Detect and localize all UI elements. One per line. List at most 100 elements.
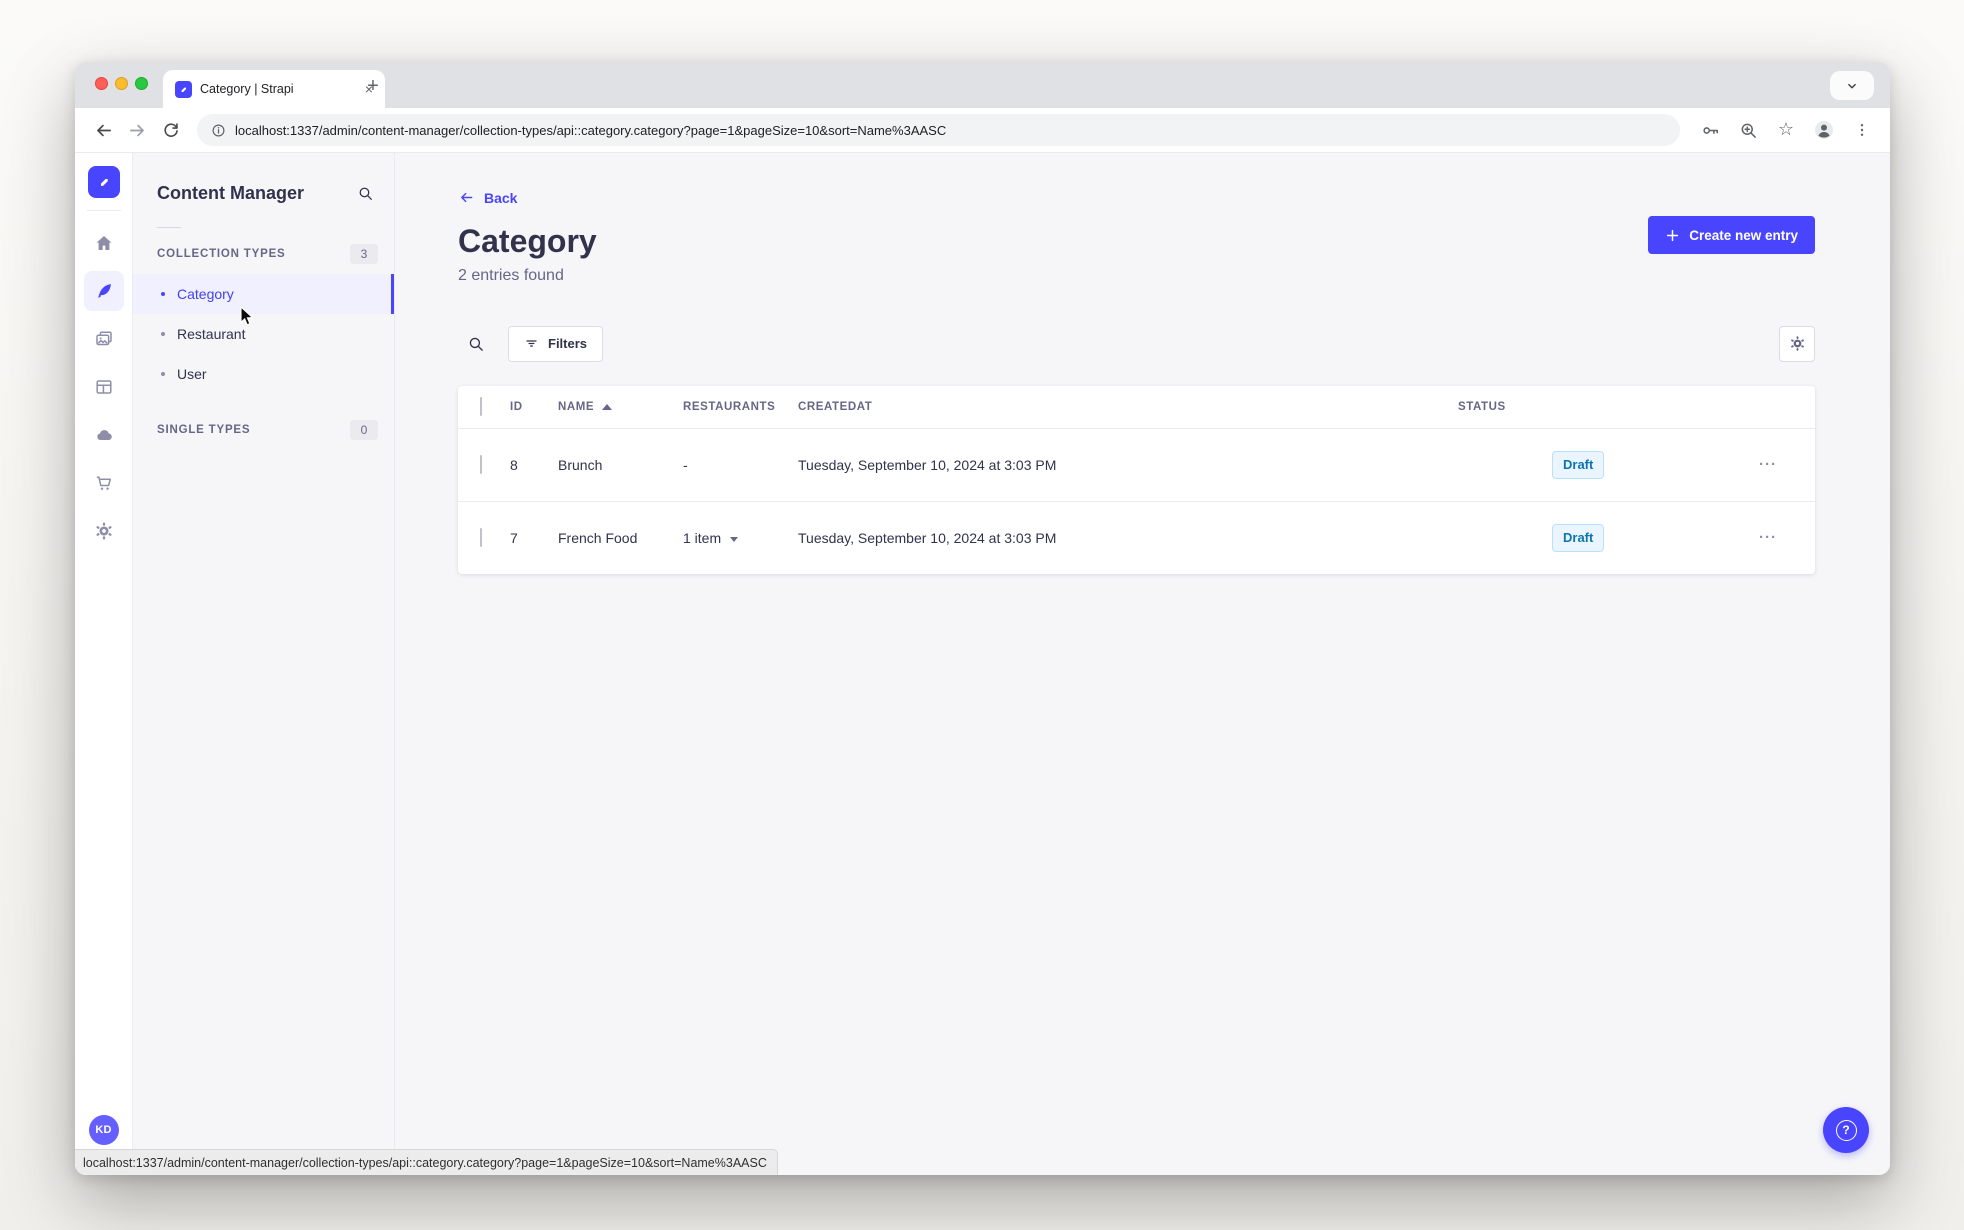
address-bar[interactable]: localhost:1337/admin/content-manager/col… — [197, 114, 1680, 146]
sidebar-item-settings[interactable] — [84, 511, 124, 551]
media-library-icon — [95, 331, 112, 346]
bullet-icon — [161, 372, 165, 376]
search-icon — [469, 337, 483, 351]
content-manager-subnav: Content Manager COLLECTION TYPES 3 Categ… — [133, 153, 395, 1175]
column-header-restaurants[interactable]: RESTAURANTS — [683, 401, 798, 413]
column-header-name[interactable]: NAME — [558, 401, 683, 413]
nav-rail: KD — [75, 153, 133, 1175]
help-question-icon: ? — [1835, 1119, 1857, 1141]
sidebar-item-marketplace[interactable] — [84, 463, 124, 503]
tab-title: Category | Strapi — [200, 82, 294, 96]
subnav-divider — [157, 227, 181, 228]
single-types-label: SINGLE TYPES — [157, 424, 251, 436]
cell-id: 7 — [510, 529, 518, 546]
search-icon — [359, 187, 372, 200]
collection-types-label: COLLECTION TYPES — [157, 248, 286, 260]
bullet-icon — [161, 292, 165, 296]
entries-table: ID NAME RESTAURANTS CREATEDAT STATUS 8 B… — [458, 385, 1815, 574]
restaurants-caret-icon — [730, 536, 739, 542]
subnav-title: Content Manager — [157, 182, 305, 203]
subnav-item-category[interactable]: Category — [133, 274, 394, 314]
back-arrow-icon — [461, 192, 473, 203]
subnav-item-label: User — [177, 366, 207, 382]
row-checkbox[interactable] — [480, 454, 482, 474]
cell-restaurants[interactable]: 1 item — [683, 530, 798, 546]
subnav-item-restaurant[interactable]: Restaurant — [133, 314, 394, 354]
cell-name: French Food — [558, 529, 638, 546]
subnav-item-user[interactable]: User — [133, 354, 394, 394]
subnav-item-label: Restaurant — [177, 326, 246, 342]
content-type-builder-icon — [95, 380, 112, 394]
sidebar-item-content-type-builder[interactable] — [84, 367, 124, 407]
bookmark-star-icon[interactable]: ☆ — [1770, 114, 1802, 146]
main-content: Back Category 2 entries found Create new… — [395, 153, 1890, 1175]
star-glyph: ☆ — [1777, 119, 1795, 140]
cell-restaurants: - — [683, 456, 688, 473]
strapi-favicon-icon — [175, 80, 192, 98]
cell-name: Brunch — [558, 456, 603, 473]
collection-types-count-badge: 3 — [350, 244, 378, 264]
status-badge: Draft — [1552, 523, 1605, 552]
close-window-button[interactable] — [95, 77, 108, 90]
toolbar-actions: ☆ — [1694, 114, 1878, 146]
row-actions-menu[interactable]: ··· — [1759, 456, 1815, 473]
zoom-in-icon[interactable] — [1732, 114, 1764, 146]
status-badge: Draft — [1552, 450, 1605, 479]
sidebar-item-home[interactable] — [84, 223, 124, 263]
forward-icon[interactable] — [121, 114, 153, 146]
column-header-id[interactable]: ID — [510, 401, 558, 413]
back-icon[interactable] — [87, 114, 119, 146]
tab-search-chevron-icon[interactable] — [1830, 71, 1874, 100]
back-link[interactable]: Back — [458, 189, 517, 206]
content-manager-feather-icon — [97, 284, 111, 298]
list-action-bar: Filters — [458, 325, 1815, 362]
desktop: { "browser": { "tab_title": "Category | … — [0, 0, 1964, 1230]
gear-icon — [1790, 336, 1804, 352]
home-icon — [96, 236, 111, 250]
subnav-search-button[interactable] — [350, 178, 380, 208]
filters-label: Filters — [548, 336, 588, 352]
tab-strip: Category | Strapi × + — [75, 62, 1890, 108]
help-button[interactable]: ? — [1823, 1107, 1869, 1153]
table-header-row: ID NAME RESTAURANTS CREATEDAT STATUS — [458, 386, 1815, 429]
sort-ascending-icon — [602, 403, 613, 410]
reload-icon[interactable] — [155, 114, 187, 146]
sidebar-item-deploy[interactable] — [84, 415, 124, 455]
strapi-logo-icon[interactable] — [87, 166, 120, 198]
site-info-icon[interactable] — [211, 123, 226, 138]
cell-createdat: Tuesday, September 10, 2024 at 3:03 PM — [798, 456, 1057, 473]
password-manager-icon[interactable] — [1694, 114, 1726, 146]
profile-icon[interactable] — [1808, 114, 1840, 146]
new-tab-button[interactable]: + — [359, 72, 387, 100]
subnav-item-label: Category — [177, 286, 234, 302]
column-header-createdat[interactable]: CREATEDAT — [798, 401, 1458, 413]
search-entries-button[interactable] — [458, 326, 494, 362]
filters-button[interactable]: Filters — [508, 325, 604, 362]
browser-tab[interactable]: Category | Strapi × — [163, 70, 385, 108]
cell-id: 8 — [510, 456, 518, 473]
url-text[interactable]: localhost:1337/admin/content-manager/col… — [235, 123, 946, 138]
filter-icon — [526, 340, 537, 347]
user-avatar[interactable]: KD — [88, 1115, 119, 1145]
column-header-status[interactable]: STATUS — [1458, 401, 1708, 413]
create-new-entry-button[interactable]: Create new entry — [1648, 216, 1815, 254]
view-settings-button[interactable] — [1779, 325, 1815, 362]
table-row[interactable]: 7 French Food 1 item Tuesday, September … — [458, 500, 1815, 574]
back-label: Back — [484, 189, 518, 206]
marketplace-cart-icon — [96, 476, 111, 490]
maximize-window-button[interactable] — [135, 77, 148, 90]
row-actions-menu[interactable]: ··· — [1759, 529, 1815, 546]
row-checkbox[interactable] — [480, 527, 482, 547]
browser-toolbar: localhost:1337/admin/content-manager/col… — [75, 108, 1890, 153]
select-all-checkbox[interactable] — [480, 396, 482, 416]
rail-divider — [86, 210, 121, 211]
sidebar-item-content-manager[interactable] — [83, 271, 124, 311]
bullet-icon — [161, 332, 165, 336]
sidebar-item-media-library[interactable] — [84, 319, 124, 359]
entries-count: 2 entries found — [458, 266, 564, 284]
table-row[interactable]: 8 Brunch - Tuesday, September 10, 2024 a… — [458, 429, 1815, 501]
create-new-entry-label: Create new entry — [1689, 227, 1798, 243]
minimize-window-button[interactable] — [115, 77, 128, 90]
cloud-icon — [96, 430, 112, 441]
browser-menu-icon[interactable] — [1846, 114, 1878, 146]
